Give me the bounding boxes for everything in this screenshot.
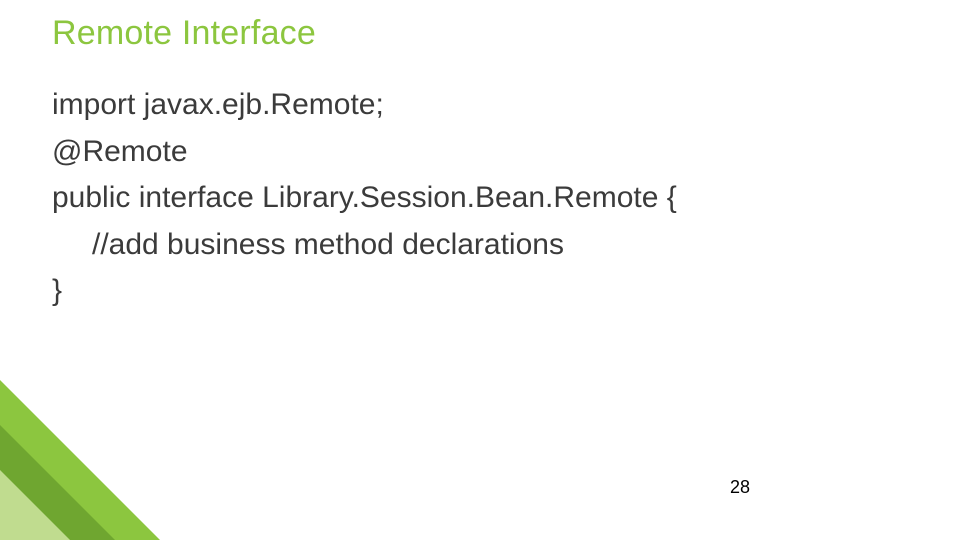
code-block: import javax.ejb.Remote; @Remote public … — [52, 82, 920, 315]
code-line: //add business method declarations — [52, 222, 920, 269]
corner-decor-icon — [0, 340, 220, 540]
slide-title: Remote Interface — [52, 14, 316, 53]
code-line: import javax.ejb.Remote; — [52, 82, 920, 129]
code-line: public interface Library.Session.Bean.Re… — [52, 175, 920, 222]
page-number: 28 — [730, 477, 750, 498]
code-line: @Remote — [52, 129, 920, 176]
code-line: } — [52, 268, 920, 315]
slide: Remote Interface import javax.ejb.Remote… — [0, 0, 960, 540]
